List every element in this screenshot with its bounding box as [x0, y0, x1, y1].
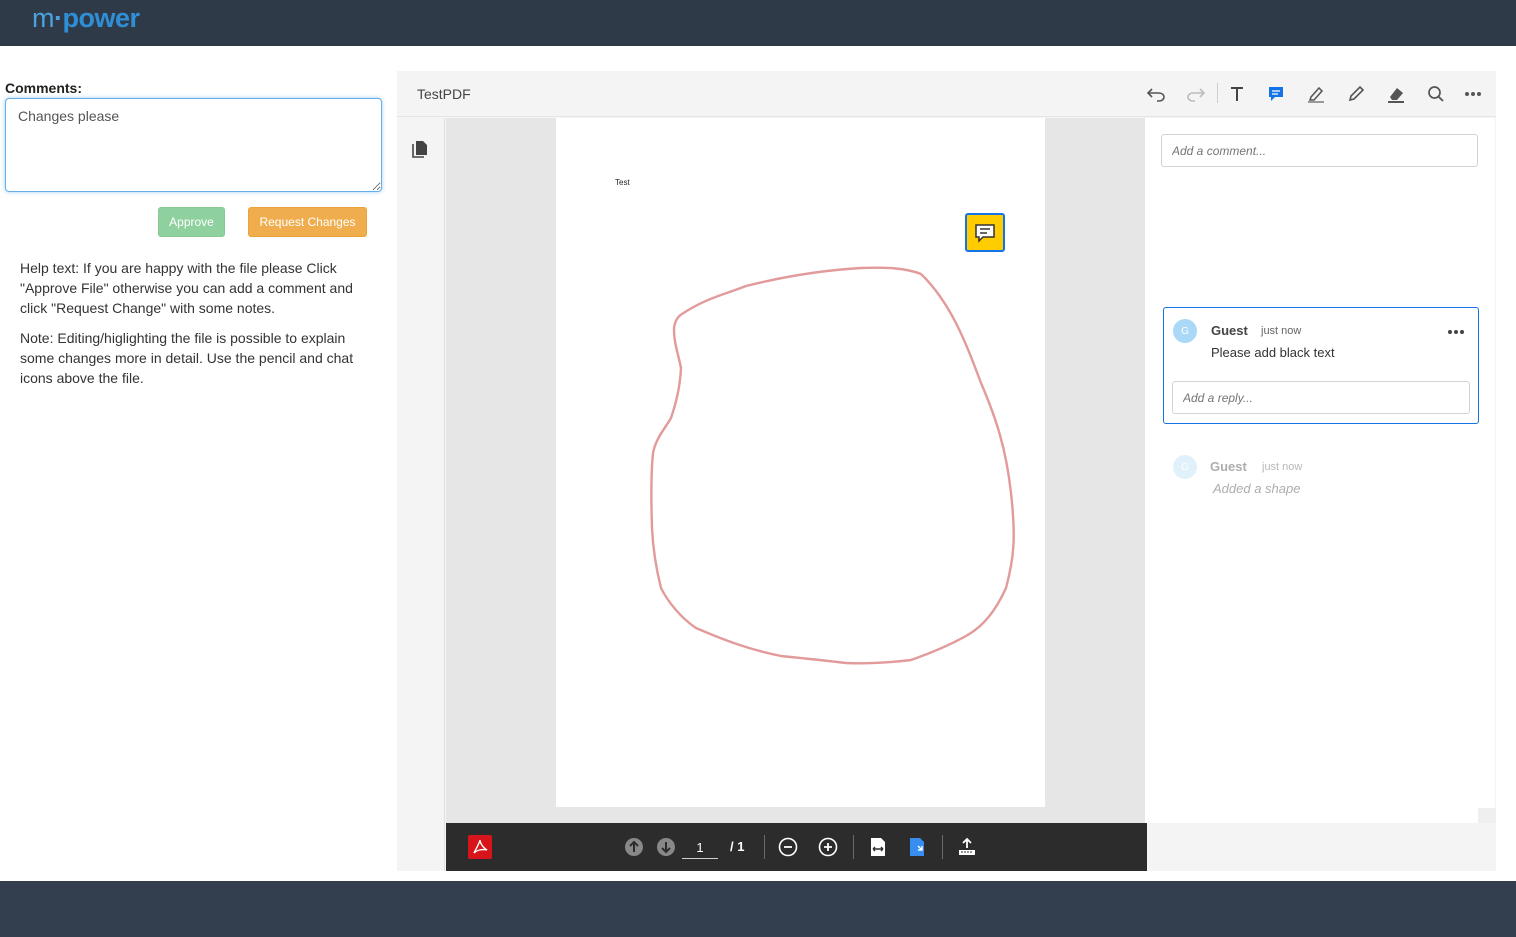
eraser-icon[interactable]: [1385, 83, 1407, 105]
comments-panel: G Guest just now Please add black text G…: [1145, 118, 1495, 823]
request-changes-button[interactable]: Request Changes: [248, 207, 367, 237]
avatar: G: [1173, 319, 1197, 343]
logo-text: power: [62, 3, 141, 33]
next-page-icon[interactable]: [655, 835, 677, 859]
search-icon[interactable]: [1425, 83, 1447, 105]
export-icon[interactable]: [955, 835, 979, 859]
comments-textarea[interactable]: Changes please: [5, 98, 382, 192]
footer-bar: [0, 881, 1516, 937]
previous-page-icon[interactable]: [623, 835, 645, 859]
add-comment-input[interactable]: [1161, 134, 1478, 167]
help-text-block: Help text: If you are happy with the fil…: [20, 258, 370, 398]
mpower-logo[interactable]: m·power: [32, 3, 140, 34]
logo-dot: ·: [54, 3, 63, 33]
avatar: G: [1173, 455, 1197, 479]
highlight-icon[interactable]: [1305, 83, 1327, 105]
viewer-bottom-bar: / 1: [446, 823, 1147, 871]
viewer-header: TestPDF: [397, 71, 1496, 117]
page-total: / 1: [730, 839, 745, 854]
undo-icon[interactable]: [1145, 83, 1167, 105]
comment-card[interactable]: G Guest just now Please add black text: [1163, 307, 1479, 424]
review-form-panel: Comments: Changes please Approve Request…: [0, 46, 397, 881]
note-text: Note: Editing/higlighting the file is po…: [20, 330, 354, 386]
document-canvas: Test: [446, 118, 1145, 823]
bottom-divider: [764, 835, 765, 859]
comments-label: Comments:: [5, 80, 83, 96]
page-number-input[interactable]: [682, 837, 718, 859]
approve-button[interactable]: Approve: [158, 207, 225, 237]
freehand-shape-annotation[interactable]: [556, 118, 1045, 807]
toolbar-divider: [1217, 83, 1218, 103]
bottom-divider: [942, 835, 943, 859]
activity-text: Added a shape: [1213, 481, 1301, 496]
page-thumbnails-icon[interactable]: [412, 140, 428, 163]
help-text: Help text: If you are happy with the fil…: [20, 260, 353, 316]
comment-text: Please add black text: [1211, 345, 1335, 360]
acrobat-logo-icon[interactable]: [468, 835, 492, 859]
top-bar: m·power: [0, 0, 1516, 46]
zoom-in-icon[interactable]: [817, 835, 839, 859]
fit-page-icon[interactable]: [906, 835, 928, 859]
fit-width-icon[interactable]: [867, 835, 889, 859]
bottom-divider: [853, 835, 854, 859]
comment-time: just now: [1261, 325, 1302, 337]
zoom-out-icon[interactable]: [777, 835, 799, 859]
text-icon[interactable]: [1226, 83, 1248, 105]
comment-author: Guest: [1211, 323, 1248, 338]
viewer-left-rail: [397, 118, 445, 871]
comment-more-icon[interactable]: [1446, 322, 1466, 334]
logo-m: m: [32, 3, 55, 33]
reply-input[interactable]: [1172, 381, 1470, 414]
pdf-viewer: TestPDF Test 1 / 1 Add a comment... G Gu…: [397, 71, 1496, 871]
scrollbar-corner: [1478, 808, 1496, 823]
more-options-icon[interactable]: [1462, 83, 1484, 105]
activity-author: Guest: [1210, 459, 1247, 474]
pencil-icon[interactable]: [1345, 83, 1367, 105]
comment-icon[interactable]: [1265, 83, 1287, 105]
file-name: TestPDF: [417, 86, 471, 102]
activity-time: just now: [1262, 461, 1303, 473]
redo-icon[interactable]: [1185, 83, 1207, 105]
pdf-page[interactable]: Test: [556, 118, 1045, 807]
